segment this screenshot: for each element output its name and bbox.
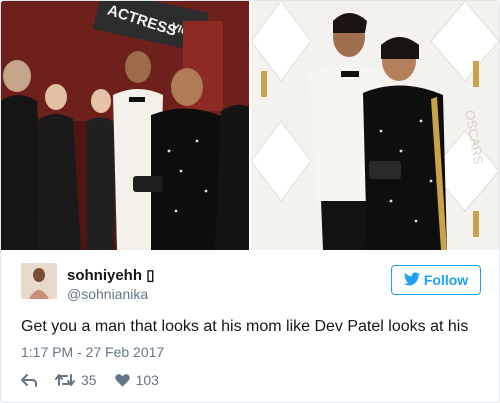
follow-button[interactable]: Follow xyxy=(391,265,481,295)
tweet-timestamp[interactable]: 1:17 PM - 27 Feb 2017 xyxy=(21,344,164,360)
tweet-header: sohniyehh ▯ @sohnianika Follow xyxy=(21,263,481,303)
tweet-actions: 35 103 xyxy=(21,370,177,390)
user-badge: ▯ xyxy=(146,267,155,284)
retweet-icon xyxy=(55,373,75,387)
tweet-media[interactable]: ACTRESS VIOLA D xyxy=(1,1,499,250)
heart-icon xyxy=(114,373,130,387)
user-handle[interactable]: @sohnianika xyxy=(67,286,148,302)
tweet-card: ACTRESS VIOLA D xyxy=(0,0,500,403)
user-name-text[interactable]: sohniyehh xyxy=(67,267,142,284)
photo-oscars-backdrop[interactable]: OSCARS xyxy=(251,1,499,250)
user-name[interactable]: sohniyehh ▯ xyxy=(67,266,154,284)
photo-red-carpet[interactable]: ACTRESS VIOLA D xyxy=(1,1,249,250)
reply-icon xyxy=(21,373,37,387)
follow-label: Follow xyxy=(423,272,469,288)
like-count: 103 xyxy=(135,372,159,388)
tweet-text: Get you a man that looks at his mom like… xyxy=(21,318,469,335)
like-button[interactable]: 103 xyxy=(114,372,159,388)
retweet-button[interactable]: 35 xyxy=(55,372,97,388)
avatar[interactable] xyxy=(21,263,57,299)
reply-button[interactable] xyxy=(21,373,37,387)
retweet-count: 35 xyxy=(81,372,97,388)
twitter-bird-icon xyxy=(403,271,420,289)
